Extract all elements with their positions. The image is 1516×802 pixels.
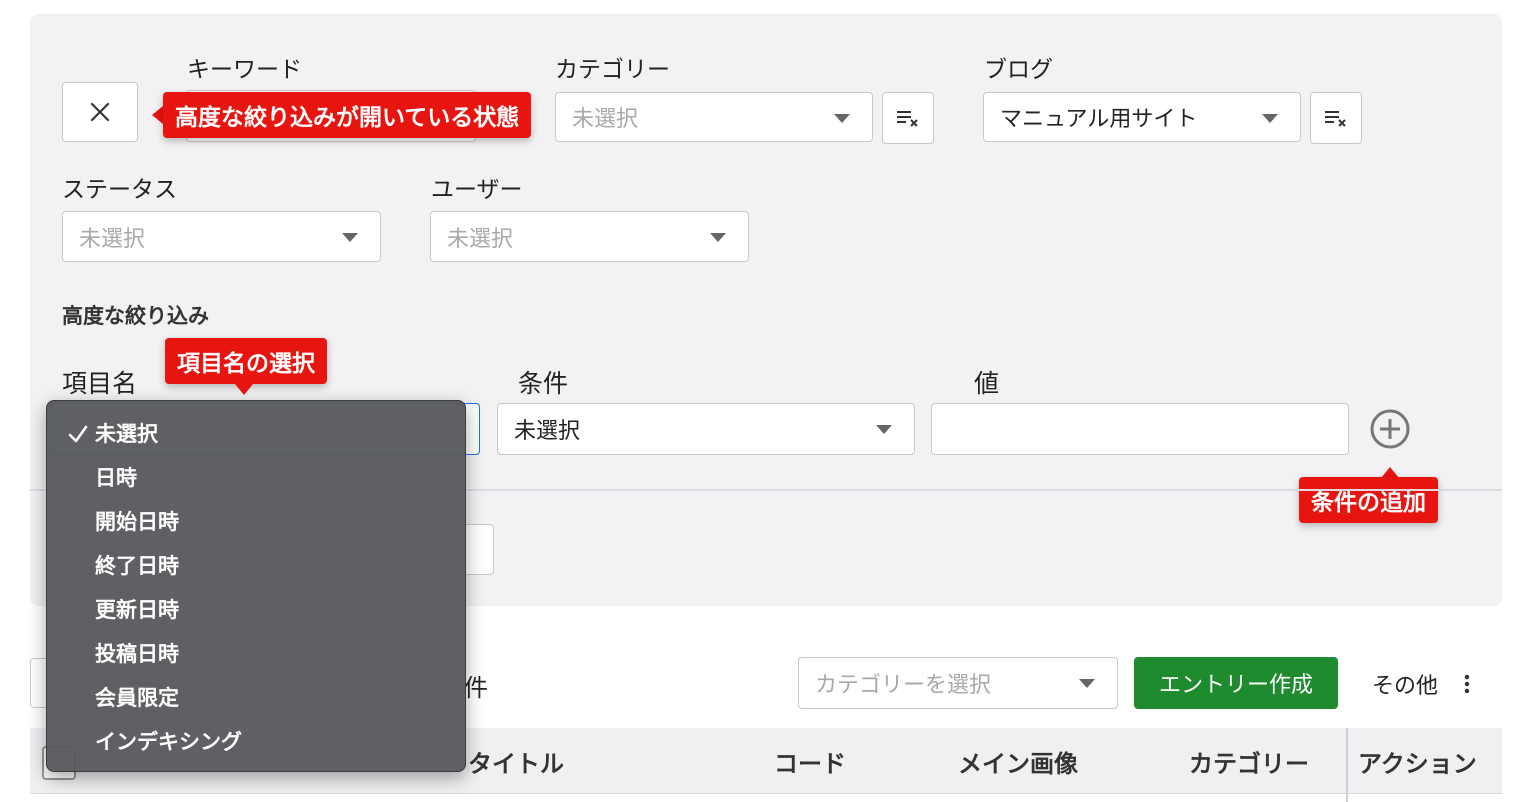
callout-arrow	[152, 106, 163, 124]
clear-blog-button[interactable]	[1310, 92, 1362, 144]
list-category-placeholder: カテゴリーを選択	[815, 673, 992, 698]
field-dropdown-menu: 未選択 日時 開始日時 終了日時 更新日時 投稿日時 会員限定 インデキシング	[46, 400, 466, 772]
menu-item-indexing[interactable]: インデキシング	[47, 719, 465, 763]
callout-field-select: 項目名の選択	[165, 338, 327, 384]
create-entry-button[interactable]: エントリー作成	[1134, 657, 1338, 709]
user-label: ユーザー	[431, 177, 523, 203]
value-input[interactable]	[931, 403, 1349, 455]
condition-label: 条件	[518, 369, 569, 398]
chevron-down-icon	[834, 114, 850, 123]
chevron-down-icon	[1079, 679, 1095, 688]
menu-item-unselected[interactable]: 未選択	[47, 411, 465, 455]
column-header-category[interactable]: カテゴリー	[1189, 744, 1309, 779]
column-header-title[interactable]: タイトル	[468, 744, 564, 779]
user-select-value: 未選択	[447, 226, 514, 252]
list-category-select[interactable]: カテゴリーを選択	[798, 657, 1118, 709]
column-divider	[1346, 728, 1348, 802]
advanced-heading: 高度な絞り込み	[62, 304, 209, 328]
blog-select[interactable]: マニュアル用サイト	[983, 92, 1301, 142]
menu-item-members-only[interactable]: 会員限定	[47, 675, 465, 719]
menu-item-updated-datetime[interactable]: 更新日時	[47, 587, 465, 631]
status-select-value: 未選択	[79, 226, 146, 252]
menu-item-label: 日時	[95, 466, 137, 490]
menu-item-label: 未選択	[95, 422, 158, 446]
menu-item-label: インデキシング	[95, 730, 242, 754]
kebab-icon	[1464, 674, 1470, 694]
condition-select[interactable]: 未選択	[497, 403, 915, 455]
callout-arrow	[235, 384, 253, 395]
plus-circle-icon	[1370, 409, 1410, 449]
user-select[interactable]: 未選択	[430, 211, 749, 262]
field-label: 項目名	[62, 369, 138, 398]
menu-item-label: 投稿日時	[95, 642, 179, 666]
menu-item-end-datetime[interactable]: 終了日時	[47, 543, 465, 587]
more-menu-button[interactable]: その他	[1372, 668, 1470, 700]
result-count-suffix: 件	[464, 674, 488, 702]
column-header-main-image[interactable]: メイン画像	[958, 744, 1078, 779]
category-select-value: 未選択	[572, 107, 639, 132]
condition-select-value: 未選択	[514, 419, 581, 444]
menu-item-start-datetime[interactable]: 開始日時	[47, 499, 465, 543]
clear-filter-icon	[897, 111, 918, 127]
check-icon	[68, 425, 88, 443]
chevron-down-icon	[1262, 114, 1278, 123]
blog-select-value: マニュアル用サイト	[1000, 107, 1198, 132]
menu-item-label: 開始日時	[95, 510, 179, 534]
clear-filter-icon	[1325, 111, 1346, 127]
close-icon	[90, 102, 110, 122]
status-label: ステータス	[62, 177, 177, 203]
category-label: カテゴリー	[555, 57, 670, 83]
chevron-down-icon	[342, 233, 358, 242]
chevron-down-icon	[710, 233, 726, 242]
clear-category-button[interactable]	[882, 92, 934, 144]
keyword-label: キーワード	[187, 57, 302, 83]
menu-item-label: 終了日時	[95, 554, 179, 578]
close-advanced-button[interactable]	[62, 82, 138, 142]
menu-item-label: 更新日時	[95, 598, 179, 622]
category-select[interactable]: 未選択	[555, 92, 873, 142]
more-label: その他	[1372, 674, 1439, 699]
callout-add-condition: 条件の追加	[1299, 477, 1438, 523]
column-header-code[interactable]: コード	[774, 744, 846, 779]
menu-item-posted-datetime[interactable]: 投稿日時	[47, 631, 465, 675]
menu-item-label: 会員限定	[95, 686, 179, 710]
column-header-action: アクション	[1358, 750, 1477, 778]
callout-advanced-open: 高度な絞り込みが開いている状態	[163, 92, 532, 138]
status-select[interactable]: 未選択	[62, 211, 381, 262]
add-condition-button[interactable]	[1368, 407, 1412, 451]
menu-item-datetime[interactable]: 日時	[47, 455, 465, 499]
chevron-down-icon	[876, 425, 892, 434]
value-label: 値	[974, 369, 1000, 398]
blog-label: ブログ	[984, 57, 1053, 83]
